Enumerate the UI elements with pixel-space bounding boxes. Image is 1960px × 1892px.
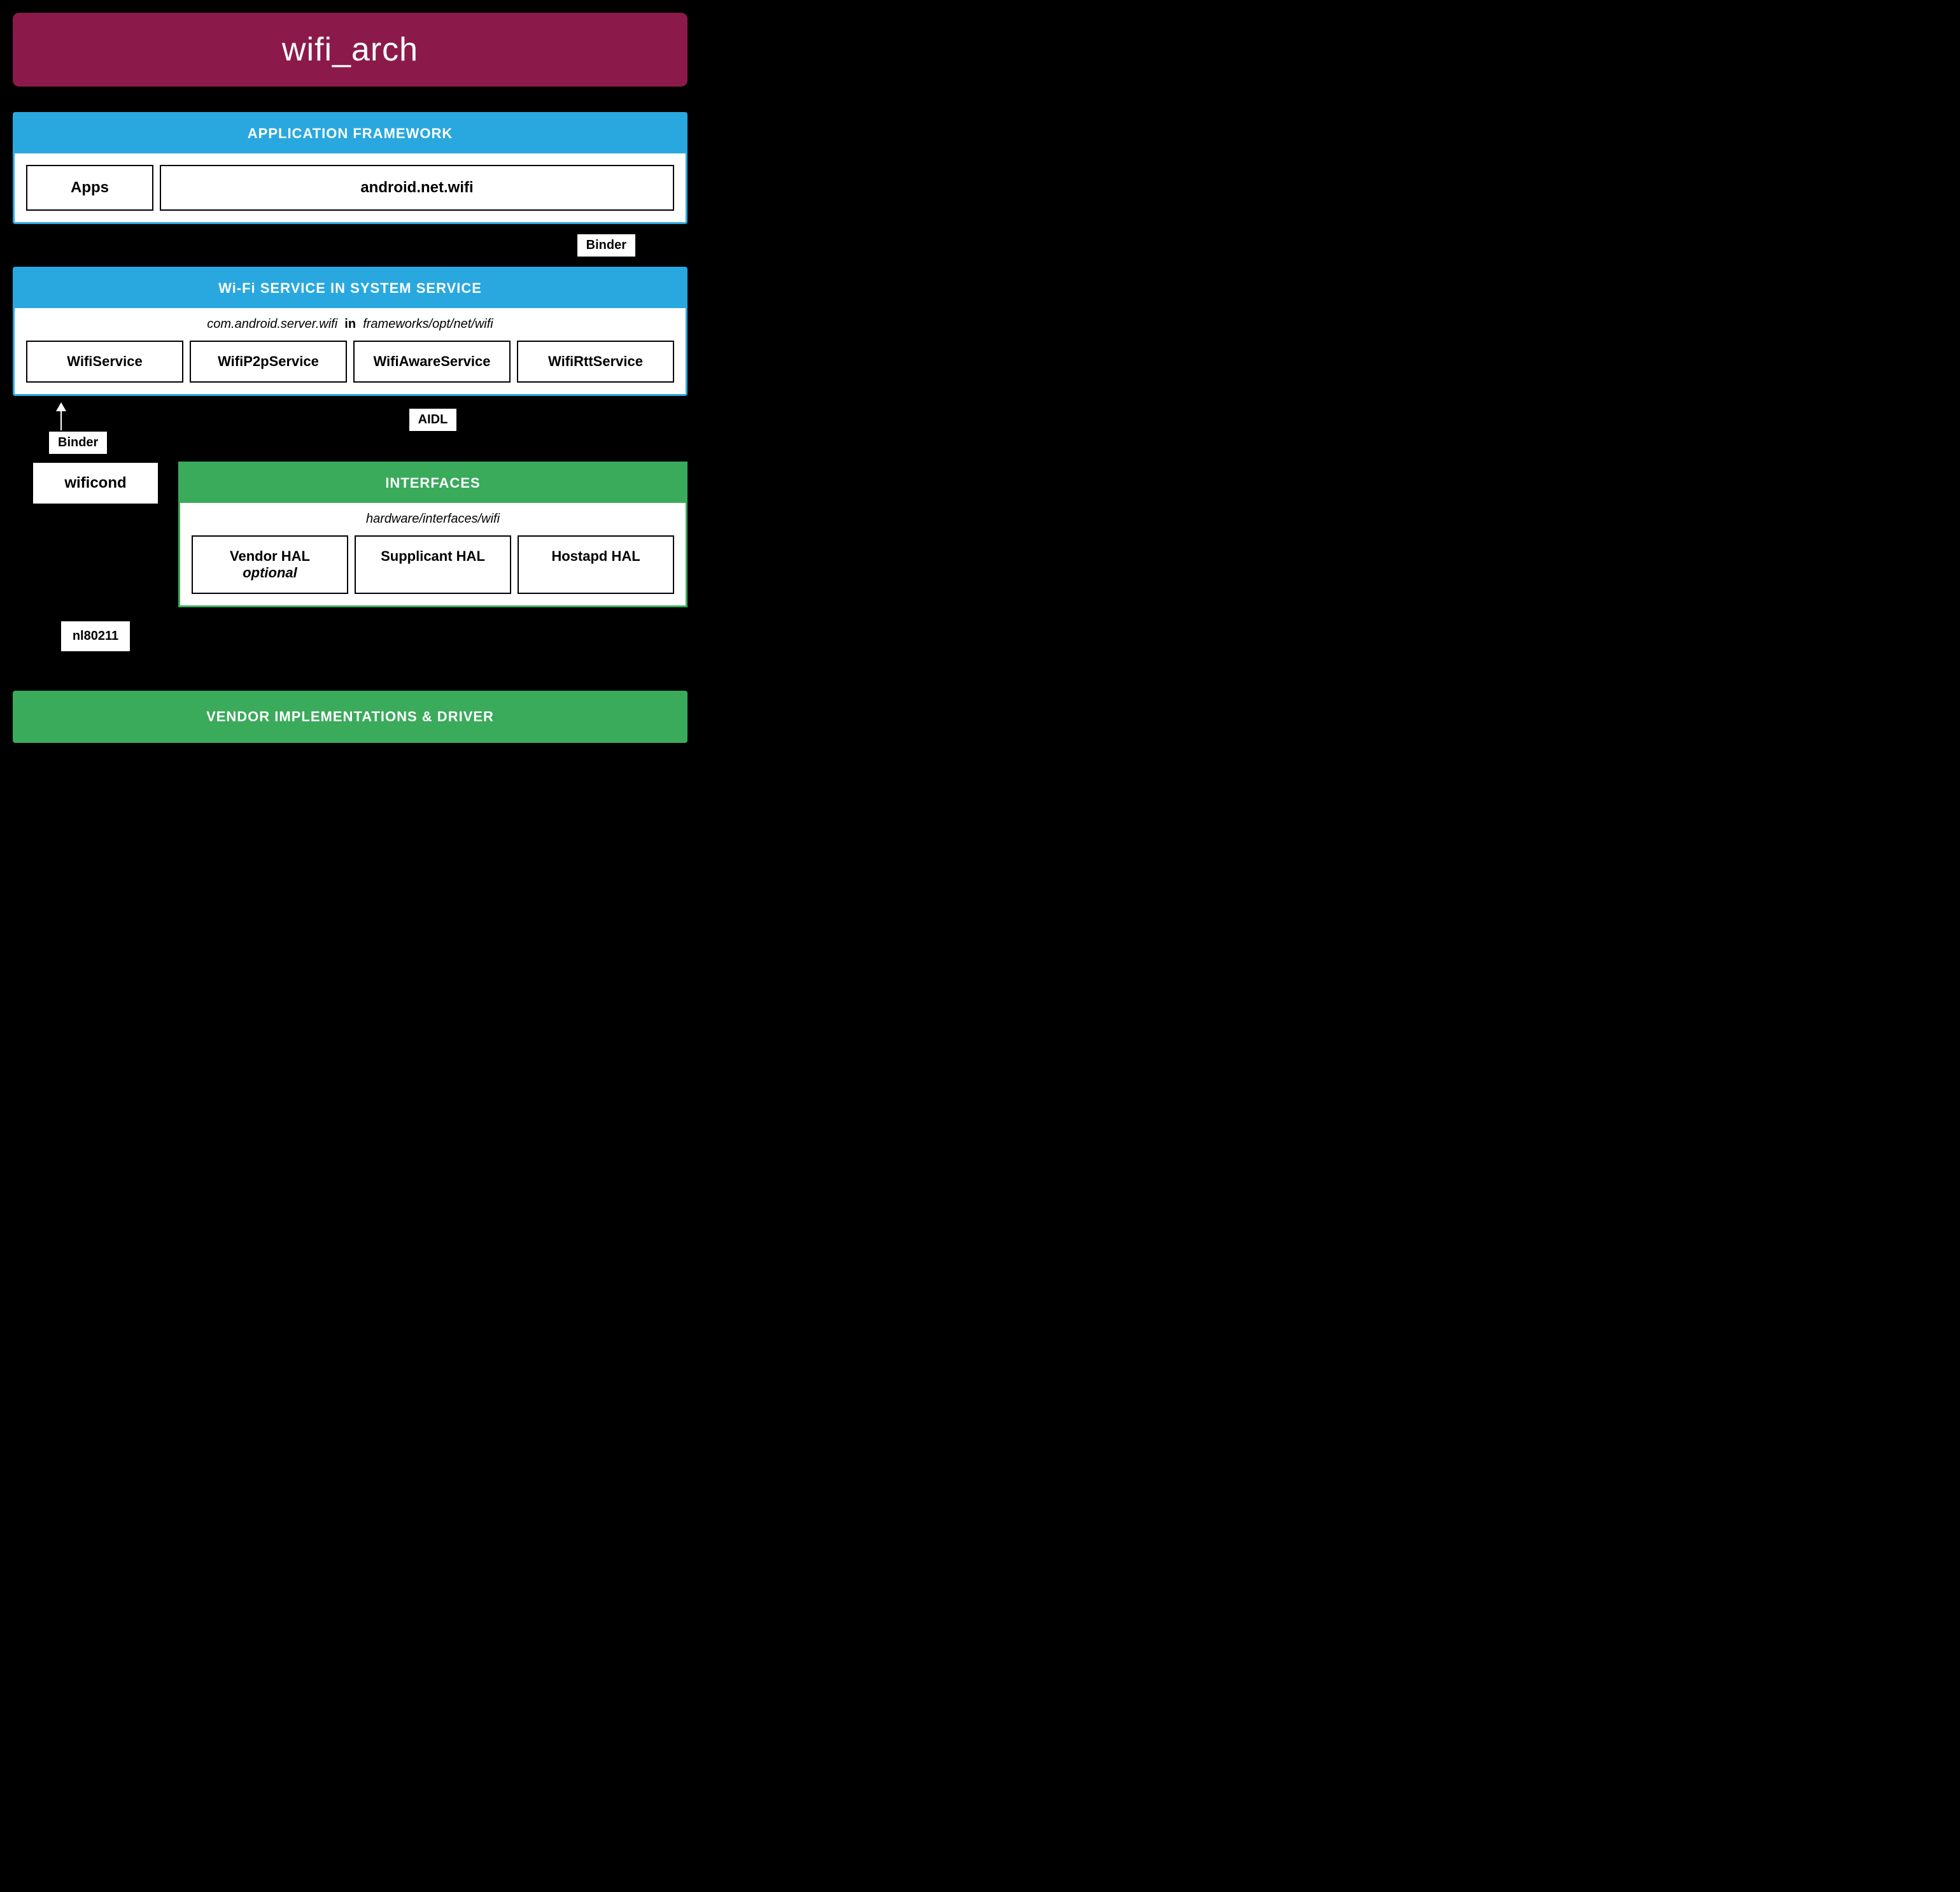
services-row: WifiService WifiP2pService WifiAwareServ… <box>15 334 686 394</box>
binder-top-label: Binder <box>576 233 637 258</box>
android-net-wifi-box: android.net.wifi <box>160 165 674 211</box>
nl80211-box: nl80211 <box>60 620 131 653</box>
page-title: wifi_arch <box>25 31 675 69</box>
arrow-head-icon <box>56 402 66 411</box>
aidl-label: AIDL <box>408 407 458 432</box>
hostapd-hal-box: Hostapd HAL <box>518 535 674 594</box>
nl80211-row: nl80211 <box>13 607 687 665</box>
wifi-service-header: Wi-Fi SERVICE IN SYSTEM SERVICE <box>15 269 686 308</box>
nl80211-spacer <box>178 620 687 653</box>
path-in: in <box>344 317 356 331</box>
wifi-service-section: Wi-Fi SERVICE IN SYSTEM SERVICE com.andr… <box>13 267 687 396</box>
binder-top-connector: Binder <box>13 224 687 267</box>
vendor-hal-label: Vendor HAL optional <box>230 548 310 581</box>
title-bar: wifi_arch <box>13 13 687 87</box>
path-post: frameworks/opt/net/wifi <box>363 317 493 331</box>
wificond-box: wificond <box>32 462 159 505</box>
vendor-hal-box: Vendor HAL optional <box>192 535 348 594</box>
supplicant-hal-box: Supplicant HAL <box>355 535 511 594</box>
app-framework-header: APPLICATION FRAMEWORK <box>15 114 686 153</box>
apps-box: Apps <box>26 165 153 211</box>
vendor-bar: VENDOR IMPLEMENTATIONS & DRIVER <box>13 691 687 743</box>
interfaces-section: INTERFACES hardware/interfaces/wifi Vend… <box>178 462 687 607</box>
wifi-p2p-box: WifiP2pService <box>190 341 347 383</box>
app-framework-boxes: Apps android.net.wifi <box>15 153 686 222</box>
app-framework-section: APPLICATION FRAMEWORK Apps android.net.w… <box>13 112 687 224</box>
hw-path: hardware/interfaces/wifi <box>366 512 500 526</box>
mid-connectors: Binder AIDL <box>13 396 687 462</box>
binder-left-label: Binder <box>48 430 108 455</box>
interfaces-header: INTERFACES <box>180 463 686 503</box>
interfaces-row: wificond INTERFACES hardware/interfaces/… <box>13 462 687 607</box>
wifi-aware-box: WifiAwareService <box>353 341 511 383</box>
binder-left-col: Binder <box>13 402 178 455</box>
arrow-line <box>60 411 62 430</box>
interfaces-path: hardware/interfaces/wifi <box>180 503 686 529</box>
path-pre: com.android.server.wifi <box>207 317 337 331</box>
wifi-service-box: WifiService <box>26 341 183 383</box>
wifi-service-path: com.android.server.wifi in frameworks/op… <box>15 308 686 334</box>
aidl-col: AIDL <box>178 402 687 432</box>
wifi-rtt-box: WifiRttService <box>517 341 674 383</box>
hal-boxes-row: Vendor HAL optional Supplicant HAL Hosta… <box>180 529 686 605</box>
wificond-col: wificond <box>13 462 178 607</box>
nl80211-col: nl80211 <box>13 620 178 653</box>
